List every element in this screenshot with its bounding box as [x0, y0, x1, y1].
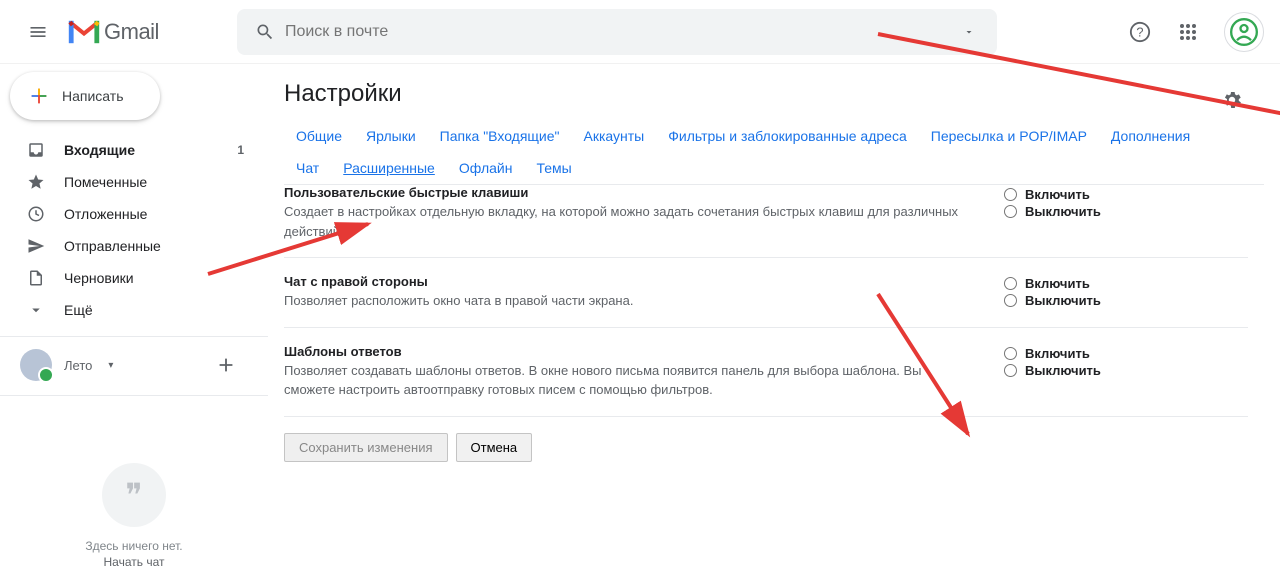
nav-label: Помеченные	[64, 174, 147, 190]
account-avatar[interactable]	[1224, 12, 1264, 52]
settings-gear-button[interactable]	[1212, 80, 1252, 120]
sidebar-item-sent[interactable]: Отправленные	[0, 230, 268, 262]
nav-label: Входящие	[64, 142, 135, 158]
sidebar-item-drafts[interactable]: Черновики	[0, 262, 268, 294]
hamburger-icon	[28, 22, 48, 42]
setting-desc: Позволяет расположить окно чата в правой…	[284, 291, 964, 311]
radio-disable[interactable]: Выключить	[1004, 293, 1204, 308]
avatar-icon	[1230, 18, 1258, 46]
chat-user-row[interactable]: Лето ▾	[0, 345, 268, 385]
tab-filters[interactable]: Фильтры и заблокированные адреса	[656, 120, 919, 152]
radio-disable[interactable]: Выключить	[1004, 363, 1204, 378]
nav-label: Отправленные	[64, 238, 161, 254]
chat-user-name: Лето	[64, 358, 92, 373]
header-actions: ?	[1120, 12, 1264, 52]
plus-icon	[28, 85, 50, 107]
svg-text:?: ?	[1136, 24, 1143, 39]
sidebar-divider	[0, 395, 268, 396]
radio-enable[interactable]: Включить	[1004, 276, 1204, 291]
tab-inbox[interactable]: Папка "Входящие"	[428, 120, 572, 152]
logo-text: Gmail	[104, 19, 159, 45]
setting-desc: Позволяет создавать шаблоны ответов. В о…	[284, 361, 964, 400]
gmail-icon	[68, 20, 100, 44]
setting-desc: Создает в настройках отдельную вкладку, …	[284, 202, 964, 241]
radio-enable[interactable]: Включить	[1004, 187, 1204, 202]
cancel-button[interactable]: Отмена	[456, 433, 533, 462]
settings-tabs: Общие Ярлыки Папка "Входящие" Аккаунты Ф…	[284, 120, 1264, 185]
sidebar-item-inbox[interactable]: Входящие 1	[0, 134, 268, 166]
star-icon	[26, 173, 46, 191]
content-area: Настройки Общие Ярлыки Папка "Входящие" …	[268, 64, 1280, 579]
help-icon: ?	[1129, 21, 1151, 43]
support-button[interactable]: ?	[1120, 12, 1160, 52]
plus-icon	[215, 354, 237, 376]
compose-label: Написать	[62, 88, 123, 104]
settings-list: Пользовательские быстрые клавиши Создает…	[284, 185, 1280, 478]
setting-templates: Шаблоны ответов Позволяет создавать шабл…	[284, 328, 1248, 417]
sidebar-item-more[interactable]: Ещё	[0, 294, 268, 326]
tab-labels[interactable]: Ярлыки	[354, 120, 428, 152]
tab-general[interactable]: Общие	[284, 120, 354, 152]
tab-themes[interactable]: Темы	[524, 152, 583, 184]
hangouts-empty: ❞ Здесь ничего нет. Начать чат	[0, 404, 268, 579]
tab-advanced[interactable]: Расширенные	[331, 152, 447, 184]
search-input[interactable]	[285, 23, 949, 41]
apps-grid-icon	[1179, 23, 1197, 41]
send-icon	[26, 237, 46, 255]
tab-offline[interactable]: Офлайн	[447, 152, 525, 184]
search-options-button[interactable]	[949, 26, 989, 38]
app-header: Gmail ?	[0, 0, 1280, 64]
save-button[interactable]: Сохранить изменения	[284, 433, 448, 462]
page-title: Настройки	[284, 80, 1280, 108]
clock-icon	[26, 205, 46, 223]
user-avatar-icon	[20, 349, 52, 381]
caret-down-icon	[963, 26, 975, 38]
compose-button[interactable]: Написать	[10, 72, 160, 120]
sidebar-item-starred[interactable]: Помеченные	[0, 166, 268, 198]
sidebar-divider	[0, 336, 268, 337]
form-buttons: Сохранить изменения Отмена	[284, 417, 1248, 478]
sidebar: Написать Входящие 1 Помеченные Отложенны…	[0, 64, 268, 579]
apps-button[interactable]	[1168, 12, 1208, 52]
gmail-logo: Gmail	[68, 19, 159, 45]
main-menu-button[interactable]	[16, 10, 60, 54]
search-bar[interactable]	[237, 9, 997, 55]
nav-label: Ещё	[64, 302, 93, 318]
search-icon	[255, 22, 275, 42]
file-icon	[26, 269, 46, 287]
empty-text: Здесь ничего нет.	[85, 539, 182, 553]
chevron-down-icon	[26, 301, 46, 319]
setting-keyboard-shortcuts: Пользовательские быстрые клавиши Создает…	[284, 185, 1248, 258]
inbox-icon	[26, 141, 46, 159]
new-chat-button[interactable]	[208, 347, 244, 383]
setting-title: Шаблоны ответов	[284, 344, 964, 359]
tab-accounts[interactable]: Аккаунты	[572, 120, 657, 152]
tab-addons[interactable]: Дополнения	[1099, 120, 1202, 152]
radio-enable[interactable]: Включить	[1004, 346, 1204, 361]
gear-icon	[1221, 89, 1243, 111]
sidebar-item-snoozed[interactable]: Отложенные	[0, 198, 268, 230]
quote-icon: ❞	[102, 463, 166, 527]
tab-chat[interactable]: Чат	[284, 152, 331, 184]
setting-right-chat: Чат с правой стороны Позволяет расположи…	[284, 258, 1248, 328]
radio-disable[interactable]: Выключить	[1004, 204, 1204, 219]
search-button[interactable]	[245, 22, 285, 42]
nav-count: 1	[237, 143, 244, 157]
tab-forwarding[interactable]: Пересылка и POP/IMAP	[919, 120, 1099, 152]
nav-label: Отложенные	[64, 206, 147, 222]
caret-down-icon: ▾	[108, 360, 113, 371]
nav-label: Черновики	[64, 270, 134, 286]
setting-title: Пользовательские быстрые клавиши	[284, 185, 964, 200]
start-chat-link[interactable]: Начать чат	[104, 555, 165, 569]
setting-title: Чат с правой стороны	[284, 274, 964, 289]
